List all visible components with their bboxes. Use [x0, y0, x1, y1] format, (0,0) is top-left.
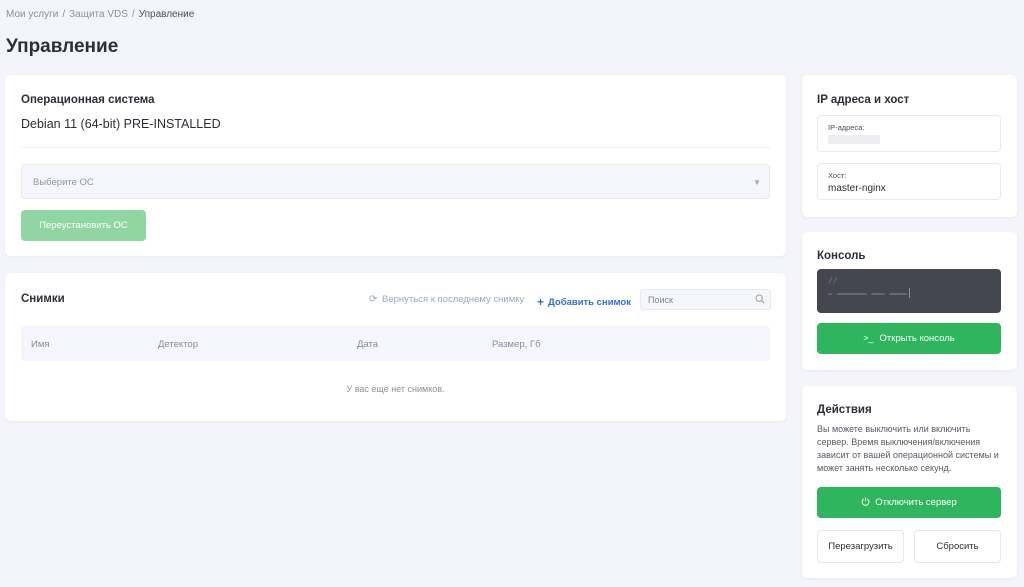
chevron-down-icon: ▼ — [753, 178, 761, 187]
console-cursor — [909, 288, 910, 298]
page-title: Управление — [6, 36, 119, 57]
breadcrumb-separator: / — [62, 9, 66, 20]
ip-address-box: IP-адреса: — [817, 115, 1001, 152]
host-value: master-nginx — [828, 183, 886, 194]
os-card-title: Операционная система — [21, 94, 155, 106]
breadcrumb-item-vds-protection[interactable]: Защита VDS — [69, 9, 128, 20]
revert-to-last-snapshot-link[interactable]: ⟳ Вернуться к последнему снимку — [369, 294, 524, 305]
console-text-line — [889, 293, 907, 295]
actions-card-title: Действия — [817, 404, 872, 416]
terminal-icon: >_ — [863, 333, 874, 343]
reboot-button[interactable]: Перезагрузить — [817, 530, 904, 563]
open-console-label: Открыть консоль — [879, 333, 955, 344]
plus-icon: + — [537, 295, 545, 309]
console-card: Консоль // >_ Открыть консоль — [802, 232, 1017, 370]
console-text-line — [837, 293, 867, 295]
console-card-title: Консоль — [817, 250, 866, 262]
os-select[interactable]: Выберите ОС ▼ — [21, 164, 770, 199]
column-header-date[interactable]: Дата — [357, 339, 378, 350]
revert-label: Вернуться к последнему снимку — [382, 294, 525, 305]
snapshots-card: Снимки ⟳ Вернуться к последнему снимку + Д… — [5, 273, 786, 421]
refresh-icon: ⟳ — [369, 294, 378, 305]
breadcrumb: Мои услуги / Защита VDS / Управление — [6, 9, 194, 20]
reset-button[interactable]: Сбросить — [914, 530, 1001, 563]
add-snapshot-link[interactable]: + Добавить снимок — [537, 294, 631, 309]
ip-host-card-title: IP адреса и хост — [817, 94, 910, 106]
os-card: Операционная система Debian 11 (64-bit) … — [5, 75, 786, 256]
snapshots-table-header: Имя Детектор Дата Размер, Гб — [21, 326, 770, 361]
breadcrumb-item-current: Управление — [138, 9, 195, 20]
ip-address-value-masked — [828, 135, 880, 144]
power-icon — [861, 497, 870, 506]
current-os: Debian 11 (64-bit) PRE-INSTALLED — [21, 117, 221, 131]
empty-snapshots-message: У вас еще нет снимков. — [346, 384, 445, 394]
console-prompt: // — [828, 276, 838, 285]
ip-address-label: IP-адреса: — [828, 123, 865, 132]
console-text-line — [828, 293, 832, 295]
column-header-size[interactable]: Размер, Гб — [492, 339, 541, 350]
console-preview: // — [817, 269, 1001, 313]
open-console-button[interactable]: >_ Открыть консоль — [817, 323, 1001, 354]
shutdown-server-button[interactable]: Отключить сервер — [817, 487, 1001, 518]
os-select-placeholder: Выберите ОС — [33, 177, 94, 188]
shutdown-label: Отключить сервер — [875, 497, 957, 508]
actions-description: Вы можете выключить или включить сервер.… — [817, 424, 999, 473]
actions-card: Действия Вы можете выключить или включит… — [802, 386, 1017, 578]
search-icon[interactable] — [755, 294, 765, 304]
breadcrumb-item-my-services[interactable]: Мои услуги — [6, 9, 58, 20]
snapshot-search-input[interactable] — [640, 289, 771, 310]
reinstall-os-button[interactable]: Переустановить ОС — [21, 210, 146, 241]
breadcrumb-separator: / — [131, 9, 135, 20]
column-header-detector[interactable]: Детектор — [158, 339, 198, 350]
add-snapshot-label: Добавить снимок — [548, 297, 631, 308]
divider — [21, 147, 770, 148]
ip-host-card: IP адреса и хост IP-адреса: Хост: master… — [802, 75, 1017, 217]
console-text-line — [871, 293, 885, 295]
snapshots-card-title: Снимки — [21, 293, 65, 305]
column-header-name[interactable]: Имя — [31, 339, 50, 350]
host-label: Хост: — [828, 171, 847, 180]
host-box: Хост: master-nginx — [817, 163, 1001, 200]
